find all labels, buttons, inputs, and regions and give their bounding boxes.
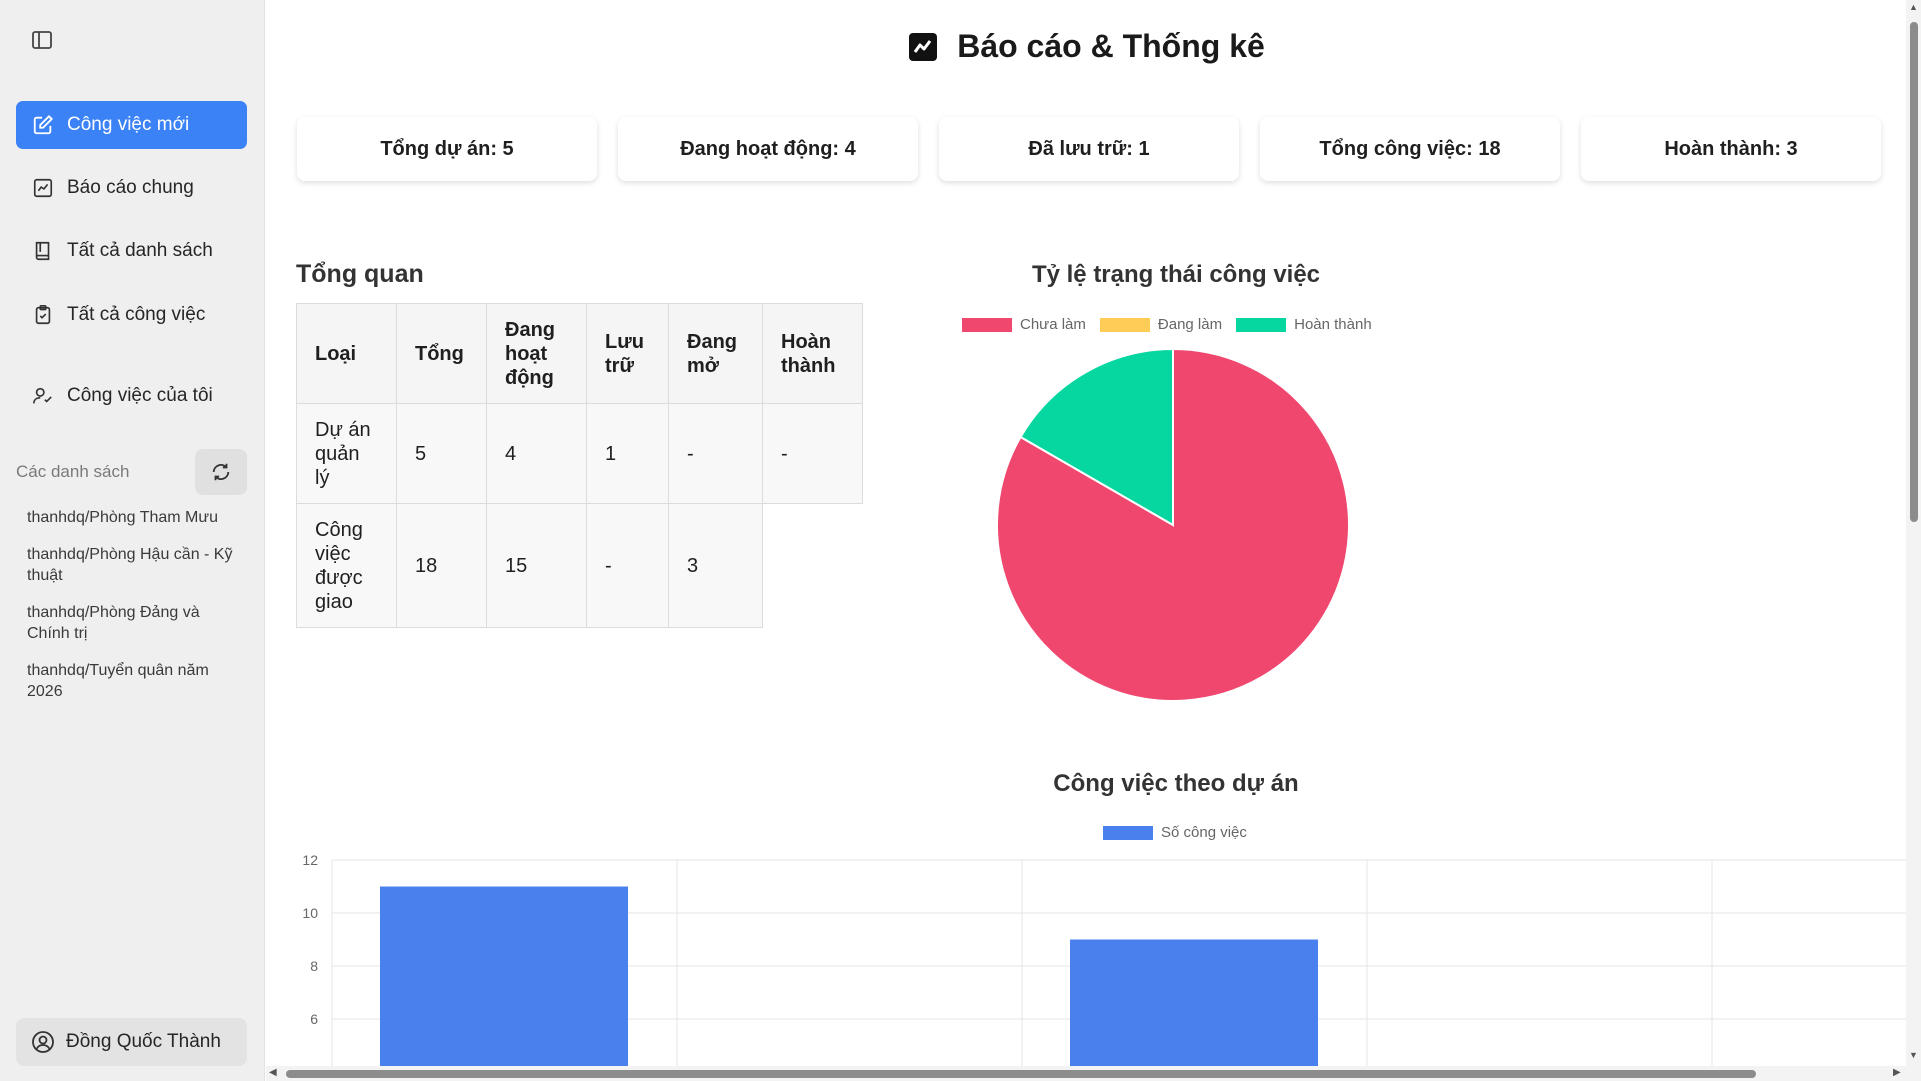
horizontal-scroll-thumb[interactable] <box>286 1070 1756 1078</box>
bar-legend: Số công việc <box>1103 824 1261 841</box>
table-cell-empty <box>762 503 863 628</box>
pie-legend: Chưa làm Đang làm Hoàn thành <box>962 316 1386 333</box>
scroll-right-icon[interactable]: ▶ <box>1893 1067 1901 1078</box>
lists-title: Các danh sách <box>16 462 130 481</box>
bar-chart: 1210864 <box>302 852 1906 1067</box>
stat-total-projects: Tổng dự án: 5 <box>297 117 597 181</box>
table-cell: 18 <box>396 503 487 628</box>
nav-all-lists[interactable]: Tất cả danh sách <box>16 227 247 275</box>
bar[interactable] <box>1070 939 1318 1067</box>
table-cell: Công việc được giao <box>296 503 397 628</box>
user-profile-button[interactable]: Đồng Quốc Thành <box>16 1018 247 1066</box>
col-header: Lưu trữ <box>586 303 669 404</box>
stat-total-tasks: Tổng công việc: 18 <box>1260 117 1560 181</box>
nav-new-task[interactable]: Công việc mới <box>16 101 247 149</box>
bar-chart-title: Công việc theo dự án <box>1053 770 1299 797</box>
sidebar-toggle-icon[interactable] <box>30 28 54 52</box>
user-check-icon <box>31 384 55 408</box>
nav-label: Tất cả danh sách <box>67 240 213 261</box>
overview-title: Tổng quan <box>296 260 424 288</box>
col-header: Đang hoạt động <box>486 303 587 404</box>
chart-icon <box>31 176 55 200</box>
y-tick-label: 10 <box>302 905 318 921</box>
clipboard-check-icon <box>31 303 55 327</box>
nav-my-tasks[interactable]: Công việc của tôi <box>16 372 247 420</box>
table-cell: 4 <box>486 403 587 504</box>
overview-table: Loại Tổng Đang hoạt động Lưu trữ Đang mở… <box>296 303 863 628</box>
refresh-icon <box>212 463 230 481</box>
table-cell: - <box>762 403 863 504</box>
list-link-tuyen-quan[interactable]: thanhdq/Tuyển quân năm 2026 <box>27 660 242 702</box>
table-cell: 1 <box>586 403 669 504</box>
list-link-dang-chinh-tri[interactable]: thanhdq/Phòng Đảng và Chính trị <box>27 602 242 644</box>
nav-general-report[interactable]: Báo cáo chung <box>16 164 247 212</box>
pie-chart <box>996 347 1350 702</box>
table-row: Dự án quản lý 5 4 1 - - <box>296 403 863 504</box>
scroll-up-icon[interactable]: ▲ <box>1909 2 1918 12</box>
pie-chart-title: Tỷ lệ trạng thái công việc <box>1031 261 1321 288</box>
stat-archived-projects: Đã lưu trữ: 1 <box>939 117 1239 181</box>
legend-swatch <box>1236 317 1287 332</box>
user-circle-icon <box>30 1029 56 1055</box>
legend-swatch <box>962 317 1012 332</box>
y-tick-label: 8 <box>310 958 318 974</box>
app-window: Công việc mới Báo cáo chung Tất cả danh … <box>0 0 1921 1081</box>
legend-label: Đang làm <box>1157 316 1223 333</box>
table-cell: 15 <box>486 503 587 628</box>
user-name: Đồng Quốc Thành <box>66 1031 221 1052</box>
list-link-tham-muu[interactable]: thanhdq/Phòng Tham Mưu <box>27 507 242 528</box>
lists-header: Các danh sách <box>16 448 247 496</box>
horizontal-scrollbar[interactable]: ◀ ▶ <box>266 1066 1906 1081</box>
table-cell: 5 <box>396 403 487 504</box>
vertical-scroll-thumb[interactable] <box>1910 22 1918 522</box>
col-header: Tổng <box>396 303 487 404</box>
scroll-down-icon[interactable]: ▼ <box>1909 1050 1918 1060</box>
col-header: Loại <box>296 303 397 404</box>
nav-label: Công việc mới <box>67 114 190 135</box>
edit-icon <box>31 113 55 137</box>
chart-icon <box>909 32 938 61</box>
y-tick-label: 6 <box>310 1011 318 1027</box>
list-link-hau-can[interactable]: thanhdq/Phòng Hậu cần - Kỹ thuật <box>27 544 242 586</box>
legend-swatch <box>1103 825 1153 840</box>
nav-label: Tất cả công việc <box>67 304 206 325</box>
col-header: Hoàn thành <box>762 303 863 404</box>
stat-active-projects: Đang hoạt động: 4 <box>618 117 918 181</box>
legend-item[interactable]: Chưa làm <box>962 316 1086 333</box>
y-tick-label: 12 <box>302 852 318 868</box>
table-cell: - <box>668 403 763 504</box>
table-cell: - <box>586 503 669 628</box>
legend-item[interactable]: Đang làm <box>1099 316 1223 333</box>
vertical-scrollbar[interactable]: ▲ ▼ <box>1906 0 1921 1081</box>
table-cell: 3 <box>668 503 763 628</box>
legend-label: Chưa làm <box>1020 316 1086 333</box>
nav-label: Công việc của tôi <box>67 385 213 406</box>
stat-completed-tasks: Hoàn thành: 3 <box>1581 117 1881 181</box>
page-title: Báo cáo & Thống kê <box>266 28 1906 65</box>
nav-label: Báo cáo chung <box>67 177 194 198</box>
bar[interactable] <box>380 886 628 1067</box>
nav-all-tasks[interactable]: Tất cả công việc <box>16 291 247 339</box>
sidebar: Công việc mới Báo cáo chung Tất cả danh … <box>0 0 265 1081</box>
col-header: Đang mở <box>668 303 763 404</box>
refresh-button[interactable] <box>195 449 247 495</box>
legend-item[interactable]: Số công việc <box>1103 824 1247 841</box>
legend-swatch <box>1099 317 1150 332</box>
main-content: Báo cáo & Thống kê Tổng dự án: 5 Đang ho… <box>266 0 1906 1066</box>
table-cell: Dự án quản lý <box>296 403 397 504</box>
legend-label: Số công việc <box>1161 824 1247 841</box>
table-row: Công việc được giao 18 15 - 3 <box>296 503 863 628</box>
scroll-left-icon[interactable]: ◀ <box>269 1067 277 1078</box>
page-title-text: Báo cáo & Thống kê <box>957 28 1265 64</box>
book-icon <box>31 239 55 263</box>
legend-item[interactable]: Hoàn thành <box>1236 316 1372 333</box>
legend-label: Hoàn thành <box>1294 316 1372 333</box>
table-header-row: Loại Tổng Đang hoạt động Lưu trữ Đang mở… <box>296 303 863 404</box>
